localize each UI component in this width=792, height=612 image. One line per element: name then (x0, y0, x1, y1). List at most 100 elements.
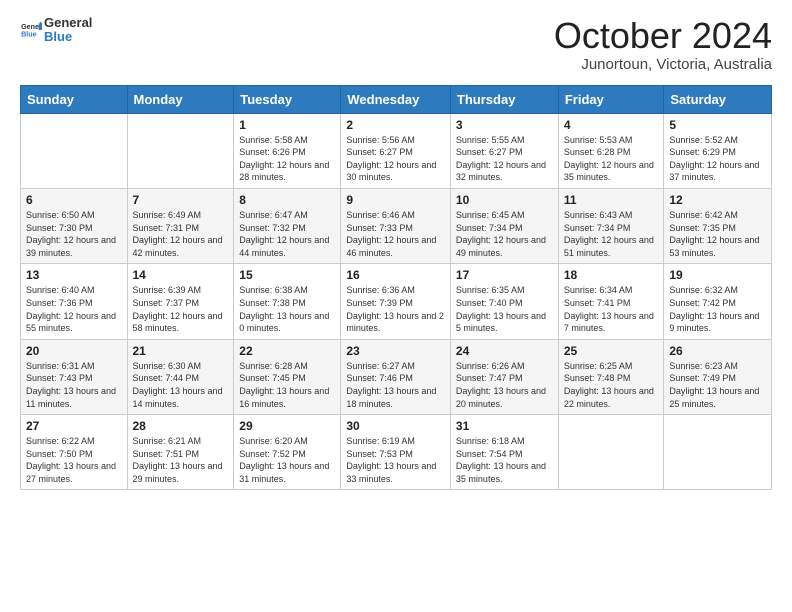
calendar-cell: 24 Sunrise: 6:26 AM Sunset: 7:47 PM Dayl… (450, 339, 558, 414)
sunrise: Sunrise: 6:35 AM (456, 284, 553, 297)
daylight: Daylight: 13 hours and 25 minutes. (669, 385, 766, 410)
sunrise: Sunrise: 6:39 AM (133, 284, 229, 297)
calendar-cell (21, 113, 128, 188)
day-info: Sunrise: 6:30 AM Sunset: 7:44 PM Dayligh… (133, 360, 229, 410)
logo-icon: General Blue (20, 19, 42, 41)
col-wednesday: Wednesday (341, 85, 451, 113)
daylight: Daylight: 12 hours and 51 minutes. (564, 234, 659, 259)
daylight: Daylight: 13 hours and 31 minutes. (239, 460, 335, 485)
daylight: Daylight: 13 hours and 0 minutes. (239, 310, 335, 335)
calendar-cell: 5 Sunrise: 5:52 AM Sunset: 6:29 PM Dayli… (664, 113, 772, 188)
calendar-cell: 21 Sunrise: 6:30 AM Sunset: 7:44 PM Dayl… (127, 339, 234, 414)
calendar-cell: 2 Sunrise: 5:56 AM Sunset: 6:27 PM Dayli… (341, 113, 451, 188)
day-number: 13 (26, 268, 122, 282)
sunset: Sunset: 6:27 PM (456, 146, 553, 159)
daylight: Daylight: 12 hours and 44 minutes. (239, 234, 335, 259)
sunset: Sunset: 7:45 PM (239, 372, 335, 385)
daylight: Daylight: 13 hours and 2 minutes. (346, 310, 445, 335)
day-info: Sunrise: 6:35 AM Sunset: 7:40 PM Dayligh… (456, 284, 553, 334)
day-info: Sunrise: 5:56 AM Sunset: 6:27 PM Dayligh… (346, 134, 445, 184)
sunset: Sunset: 7:41 PM (564, 297, 659, 310)
daylight: Daylight: 13 hours and 14 minutes. (133, 385, 229, 410)
sunrise: Sunrise: 6:34 AM (564, 284, 659, 297)
sunrise: Sunrise: 6:27 AM (346, 360, 445, 373)
calendar-cell: 31 Sunrise: 6:18 AM Sunset: 7:54 PM Dayl… (450, 415, 558, 490)
calendar-cell: 3 Sunrise: 5:55 AM Sunset: 6:27 PM Dayli… (450, 113, 558, 188)
sunrise: Sunrise: 6:40 AM (26, 284, 122, 297)
calendar: Sunday Monday Tuesday Wednesday Thursday… (20, 85, 772, 491)
sunset: Sunset: 6:29 PM (669, 146, 766, 159)
sunset: Sunset: 7:46 PM (346, 372, 445, 385)
calendar-cell: 20 Sunrise: 6:31 AM Sunset: 7:43 PM Dayl… (21, 339, 128, 414)
daylight: Daylight: 13 hours and 33 minutes. (346, 460, 445, 485)
day-number: 4 (564, 118, 659, 132)
day-number: 11 (564, 193, 659, 207)
calendar-cell: 17 Sunrise: 6:35 AM Sunset: 7:40 PM Dayl… (450, 264, 558, 339)
day-info: Sunrise: 6:31 AM Sunset: 7:43 PM Dayligh… (26, 360, 122, 410)
sunset: Sunset: 6:27 PM (346, 146, 445, 159)
day-info: Sunrise: 6:40 AM Sunset: 7:36 PM Dayligh… (26, 284, 122, 334)
calendar-cell: 28 Sunrise: 6:21 AM Sunset: 7:51 PM Dayl… (127, 415, 234, 490)
header: General Blue General Blue October 2024 J… (20, 16, 772, 73)
day-number: 16 (346, 268, 445, 282)
day-info: Sunrise: 6:18 AM Sunset: 7:54 PM Dayligh… (456, 435, 553, 485)
sunrise: Sunrise: 6:26 AM (456, 360, 553, 373)
daylight: Daylight: 13 hours and 27 minutes. (26, 460, 122, 485)
svg-text:Blue: Blue (21, 31, 37, 39)
sunset: Sunset: 7:32 PM (239, 222, 335, 235)
daylight: Daylight: 13 hours and 22 minutes. (564, 385, 659, 410)
logo: General Blue General Blue (20, 16, 92, 45)
day-info: Sunrise: 6:46 AM Sunset: 7:33 PM Dayligh… (346, 209, 445, 259)
calendar-cell: 6 Sunrise: 6:50 AM Sunset: 7:30 PM Dayli… (21, 188, 128, 263)
day-number: 26 (669, 344, 766, 358)
day-number: 25 (564, 344, 659, 358)
sunrise: Sunrise: 6:23 AM (669, 360, 766, 373)
calendar-cell (664, 415, 772, 490)
day-number: 12 (669, 193, 766, 207)
day-number: 30 (346, 419, 445, 433)
sunset: Sunset: 7:50 PM (26, 448, 122, 461)
daylight: Daylight: 13 hours and 18 minutes. (346, 385, 445, 410)
daylight: Daylight: 13 hours and 35 minutes. (456, 460, 553, 485)
daylight: Daylight: 12 hours and 46 minutes. (346, 234, 445, 259)
sunrise: Sunrise: 6:18 AM (456, 435, 553, 448)
logo-text: General Blue (44, 16, 92, 45)
page: General Blue General Blue October 2024 J… (0, 0, 792, 612)
calendar-cell: 8 Sunrise: 6:47 AM Sunset: 7:32 PM Dayli… (234, 188, 341, 263)
day-info: Sunrise: 6:38 AM Sunset: 7:38 PM Dayligh… (239, 284, 335, 334)
sunrise: Sunrise: 6:20 AM (239, 435, 335, 448)
daylight: Daylight: 12 hours and 49 minutes. (456, 234, 553, 259)
day-info: Sunrise: 6:26 AM Sunset: 7:47 PM Dayligh… (456, 360, 553, 410)
calendar-cell: 7 Sunrise: 6:49 AM Sunset: 7:31 PM Dayli… (127, 188, 234, 263)
daylight: Daylight: 12 hours and 55 minutes. (26, 310, 122, 335)
sunrise: Sunrise: 6:38 AM (239, 284, 335, 297)
day-number: 9 (346, 193, 445, 207)
sunset: Sunset: 7:43 PM (26, 372, 122, 385)
day-number: 14 (133, 268, 229, 282)
sunset: Sunset: 7:47 PM (456, 372, 553, 385)
sunset: Sunset: 7:40 PM (456, 297, 553, 310)
daylight: Daylight: 13 hours and 7 minutes. (564, 310, 659, 335)
calendar-cell: 29 Sunrise: 6:20 AM Sunset: 7:52 PM Dayl… (234, 415, 341, 490)
calendar-cell: 13 Sunrise: 6:40 AM Sunset: 7:36 PM Dayl… (21, 264, 128, 339)
day-info: Sunrise: 6:45 AM Sunset: 7:34 PM Dayligh… (456, 209, 553, 259)
sunrise: Sunrise: 6:36 AM (346, 284, 445, 297)
sunset: Sunset: 7:30 PM (26, 222, 122, 235)
day-number: 21 (133, 344, 229, 358)
day-info: Sunrise: 6:32 AM Sunset: 7:42 PM Dayligh… (669, 284, 766, 334)
day-info: Sunrise: 6:43 AM Sunset: 7:34 PM Dayligh… (564, 209, 659, 259)
day-number: 19 (669, 268, 766, 282)
daylight: Daylight: 12 hours and 32 minutes. (456, 159, 553, 184)
sunrise: Sunrise: 6:32 AM (669, 284, 766, 297)
sunset: Sunset: 7:54 PM (456, 448, 553, 461)
sunset: Sunset: 7:35 PM (669, 222, 766, 235)
sunrise: Sunrise: 6:42 AM (669, 209, 766, 222)
daylight: Daylight: 12 hours and 35 minutes. (564, 159, 659, 184)
sunrise: Sunrise: 6:45 AM (456, 209, 553, 222)
day-info: Sunrise: 5:53 AM Sunset: 6:28 PM Dayligh… (564, 134, 659, 184)
daylight: Daylight: 12 hours and 37 minutes. (669, 159, 766, 184)
sunset: Sunset: 7:42 PM (669, 297, 766, 310)
day-number: 17 (456, 268, 553, 282)
calendar-cell: 27 Sunrise: 6:22 AM Sunset: 7:50 PM Dayl… (21, 415, 128, 490)
day-number: 28 (133, 419, 229, 433)
